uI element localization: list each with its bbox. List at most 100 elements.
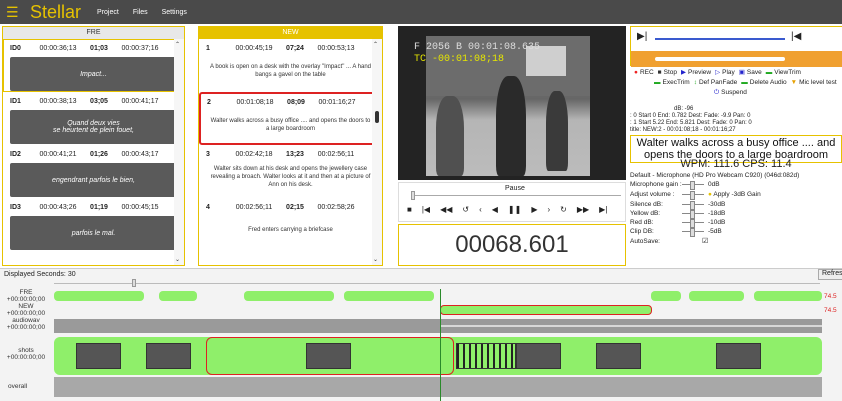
button-label: ExecTrim [662, 79, 690, 86]
shots-track[interactable] [54, 337, 822, 375]
def-panfade-button[interactable]: ↕ Def PanFade [694, 78, 738, 88]
preview-button[interactable]: ▶ Preview [681, 68, 711, 78]
fre-segment[interactable]: ID1 00:00:38;13 03;05 00:00:41;17 Quand deux… [3, 92, 184, 145]
suspend-button[interactable]: ⏻ Suspend [714, 88, 747, 98]
segment-text[interactable]: Impact... [10, 57, 177, 91]
segment-end[interactable]: 00:00:37;16 [112, 45, 168, 52]
viewtrim-button[interactable]: ▬ ViewTrim [766, 68, 801, 78]
trim-end-icon[interactable]: |◀ [791, 31, 801, 42]
skip-start-icon[interactable]: |◀ [422, 205, 430, 214]
menu-settings[interactable]: Settings [162, 9, 187, 16]
new-segment[interactable]: 3 00:02:42;18 13;23 00:02:56;11 Walter sits … [199, 145, 382, 198]
segment-end[interactable]: 00:00:41;17 [112, 98, 168, 105]
trim-start-icon[interactable]: ▶| [637, 31, 647, 42]
rec-button[interactable]: ● REC [634, 68, 654, 78]
clip-slider[interactable] [682, 228, 704, 237]
skip-end-icon[interactable]: ▶| [599, 205, 607, 214]
fre-scrollbar[interactable]: ⌃ ⌄ [174, 39, 184, 265]
zoom-slider[interactable] [54, 283, 820, 284]
new-segment[interactable]: 1 00:00:45;19 07;24 00:00:53;13 A book is op… [199, 39, 382, 92]
scroll-up-icon[interactable]: ⌃ [373, 41, 378, 48]
apply-gain-button[interactable]: ● Apply -3dB Gain [708, 191, 761, 198]
segment-id: ID1 [10, 98, 21, 105]
mic-level-test-button[interactable]: ▼ Mic level test [791, 78, 837, 88]
stop-icon[interactable]: ■ [407, 205, 412, 214]
shot-thumbnail [146, 343, 191, 369]
segment-text[interactable]: parfois le mal. [10, 216, 177, 250]
step-forward-icon[interactable]: › [547, 205, 550, 214]
segment-start[interactable]: 00:00:43;26 [30, 204, 86, 211]
segment-end[interactable]: 00:00:43;17 [112, 151, 168, 158]
video-player[interactable]: F 2056 B 00:01:08.635 TC -00:01:08;18 [398, 26, 626, 180]
delete-audio-button[interactable]: ▬ Delete Audio [741, 78, 786, 88]
adjust-label: Adjust volume : [630, 191, 675, 198]
pause-icon[interactable]: ❚❚ [508, 205, 521, 214]
overall-track[interactable] [54, 377, 822, 397]
replay-icon[interactable]: ↺ [462, 205, 469, 214]
new-segment[interactable]: 2 00:01:08;18 08;09 00:01:16;27 Walter walks… [199, 92, 382, 145]
seek-bar[interactable] [411, 195, 621, 196]
silence-slider[interactable] [682, 201, 704, 210]
segment-start[interactable]: 00:01:08;18 [227, 99, 283, 106]
zoom-handle[interactable] [132, 279, 136, 287]
segment-end[interactable]: 00:01:16;27 [309, 99, 365, 106]
scroll-down-icon[interactable]: ⌄ [373, 256, 378, 263]
fre-segment[interactable]: ID3 00:00:43;26 01;19 00:00:45;15 parfois le… [3, 198, 184, 251]
menu-project[interactable]: Project [97, 9, 119, 16]
play-icon[interactable]: ▶ [531, 205, 537, 214]
refresh-button[interactable]: Refresh [818, 269, 842, 280]
segment-end[interactable]: 00:00:53;13 [308, 45, 364, 52]
red-slider[interactable] [682, 219, 704, 228]
gain-value: 0dB [708, 181, 720, 188]
segment-text[interactable]: A book is open on a desk with the overla… [208, 57, 373, 87]
save-button[interactable]: ▣ Save [739, 68, 762, 78]
menu-icon[interactable]: ☰ [6, 4, 22, 21]
yellow-value: -18dB [708, 210, 726, 217]
scroll-thumb[interactable] [375, 111, 379, 123]
segment-start[interactable]: 00:02:42;18 [226, 151, 282, 158]
play-button[interactable]: ▷ Play [715, 68, 735, 78]
fast-forward-icon[interactable]: ▶▶ [577, 205, 589, 214]
prev-frame-icon[interactable]: ◀ [492, 205, 498, 214]
segment-text[interactable]: Walter walks across a busy office .... a… [209, 111, 372, 141]
segment-start[interactable]: 00:00:45;19 [226, 45, 282, 52]
exectrim-button[interactable]: ▬ ExecTrim [654, 78, 690, 88]
segment-start[interactable]: 00:00:38;13 [30, 98, 86, 105]
fre-subtitle-pane: FRE ID0 00:00:36;13 01;03 00:00:37;16 Impact… [2, 26, 185, 266]
rewind-icon[interactable]: ◀◀ [440, 205, 452, 214]
step-back-icon[interactable]: ‹ [479, 205, 482, 214]
segment-text[interactable]: engendrant parfois le bien, [10, 163, 177, 197]
new-segment[interactable]: 4 00:02:56;11 02;15 00:02:58;26 Fred enters … [199, 198, 382, 251]
audio-waveform-mini[interactable]: ▶| |◀ [630, 26, 842, 67]
playhead[interactable] [440, 289, 441, 401]
seek-handle[interactable] [411, 191, 415, 200]
fre-segment[interactable]: ID2 00:00:41;21 01;26 00:00:43;17 engendrant… [3, 145, 184, 198]
yellow-slider[interactable] [682, 210, 704, 219]
new-scrollbar[interactable]: ⌃ ⌄ [372, 39, 382, 265]
save-icon: ▣ [738, 69, 745, 76]
new-track[interactable] [54, 305, 822, 317]
segment-start[interactable]: 00:02:56;11 [226, 204, 282, 211]
forward-replay-icon[interactable]: ↻ [560, 205, 567, 214]
segment-text[interactable]: Quand deux vies se heurtent de plein fou… [10, 110, 177, 144]
scroll-down-icon[interactable]: ⌄ [175, 256, 180, 263]
fre-segment[interactable]: ID0 00:00:36;13 01;03 00:00:37;16 Impact... [3, 39, 184, 92]
segment-start[interactable]: 00:00:36;13 [30, 45, 86, 52]
gain-slider[interactable] [682, 181, 704, 190]
stop-button[interactable]: ■ Stop [658, 68, 677, 78]
mic-device[interactable]: Default - Microphone (HD Pro Webcam C920… [630, 172, 799, 179]
segment-end[interactable]: 00:00:45;15 [112, 204, 168, 211]
segment-duration: 01;19 [90, 204, 108, 211]
segment-end[interactable]: 00:02:58;26 [308, 204, 364, 211]
segment-text[interactable]: Walter sits down at his desk and opens t… [208, 163, 373, 193]
menu-files[interactable]: Files [133, 9, 148, 16]
audio-waveform-track[interactable] [54, 319, 822, 333]
adjust-slider[interactable] [682, 191, 704, 200]
segment-end[interactable]: 00:02:56;11 [308, 151, 364, 158]
track-label-fre: FRE +00:00:00;00 [6, 289, 46, 303]
scroll-up-icon[interactable]: ⌃ [175, 41, 180, 48]
autosave-checkbox[interactable]: ☑ [702, 237, 708, 245]
fre-track[interactable] [54, 291, 822, 303]
segment-start[interactable]: 00:00:41;21 [30, 151, 86, 158]
segment-text[interactable]: Fred enters carrying a briefcase [208, 216, 373, 246]
